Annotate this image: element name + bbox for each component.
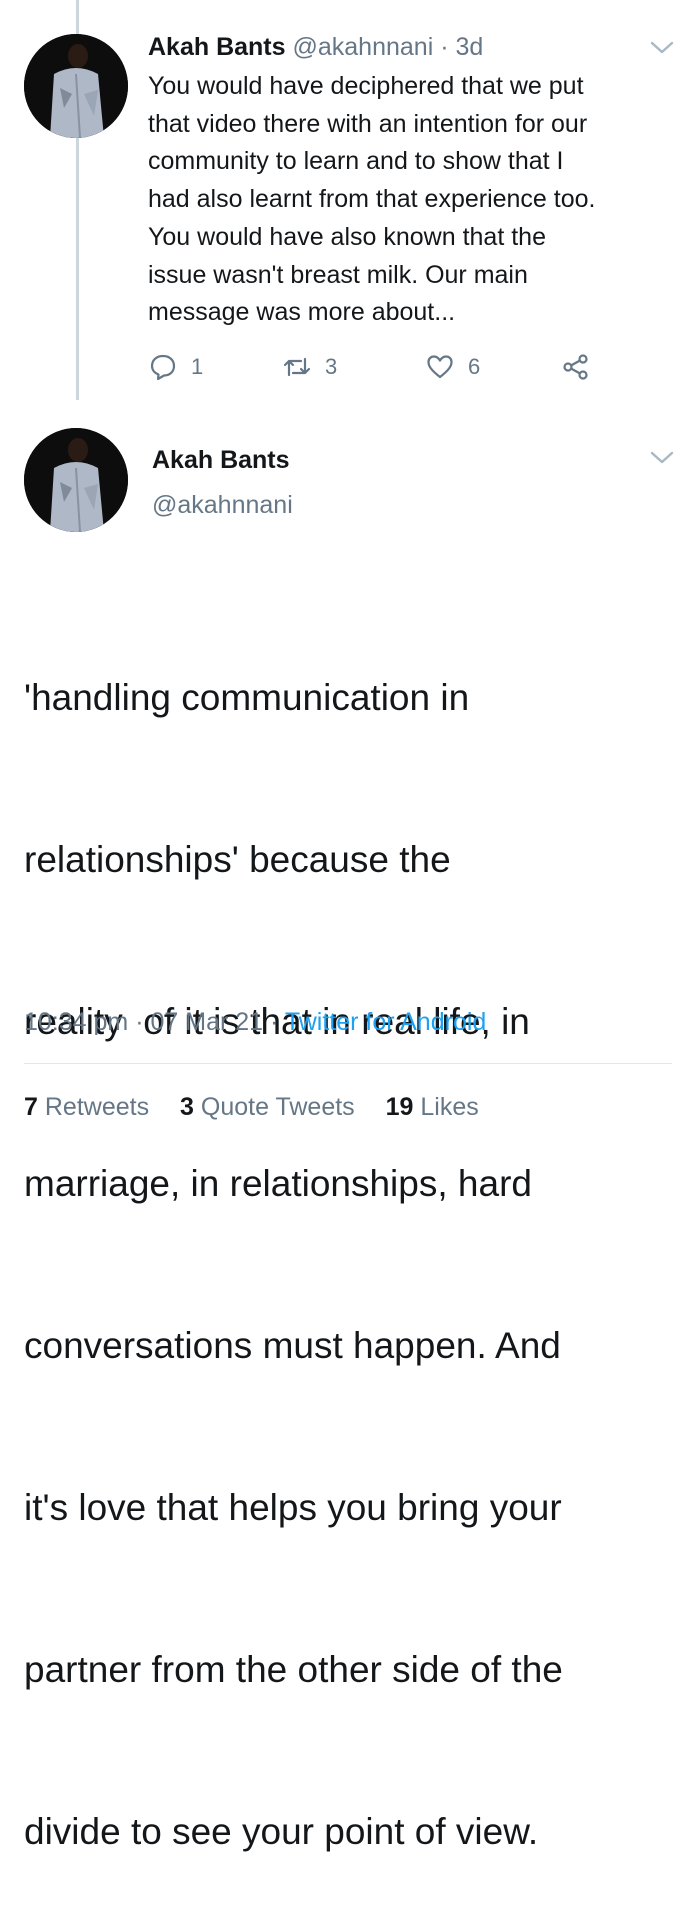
text-line: 'handling communication in bbox=[24, 677, 470, 718]
text-line: marriage, in relationships, hard bbox=[24, 1163, 532, 1204]
text-line: You would have deciphered that we put bbox=[148, 72, 584, 100]
chevron-down-icon[interactable] bbox=[648, 448, 676, 468]
quote-tweets-label: Quote Tweets bbox=[200, 1093, 355, 1121]
text-line: message was more about... bbox=[148, 298, 456, 327]
author-handle[interactable]: @akahnnani bbox=[152, 489, 293, 521]
author-handle[interactable]: @akahnnani bbox=[293, 33, 434, 61]
retweets-count: 7 bbox=[24, 1093, 38, 1121]
text-line: You would have also known that the bbox=[148, 222, 546, 251]
retweet-icon bbox=[283, 357, 311, 377]
like-button[interactable]: 6 bbox=[426, 350, 480, 384]
engagement-stats: 7 Retweets 3 Quote Tweets 19 Likes bbox=[24, 1090, 503, 1124]
tweet-time: 10:34 pm bbox=[24, 1008, 129, 1036]
like-icon bbox=[427, 355, 453, 379]
retweet-button[interactable]: 3 bbox=[283, 350, 337, 384]
text-line: conversations must happen. And bbox=[24, 1325, 561, 1366]
text-line: relationships' because the bbox=[24, 839, 451, 880]
likes-label: Likes bbox=[420, 1093, 479, 1121]
retweets-stat[interactable]: 7 Retweets bbox=[24, 1093, 149, 1121]
quote-tweets-count: 3 bbox=[180, 1093, 194, 1121]
chevron-down-icon[interactable] bbox=[648, 38, 676, 58]
quote-tweets-stat[interactable]: 3 Quote Tweets bbox=[180, 1093, 355, 1121]
avatar[interactable] bbox=[24, 34, 128, 138]
meta-separator: · bbox=[270, 1008, 279, 1036]
reply-button[interactable]: 1 bbox=[149, 350, 203, 384]
tweet-meta: 10:34 pm · 07 Mar 21 · Twitter for Andro… bbox=[24, 1005, 486, 1039]
text-line: community to learn and to show that I bbox=[148, 147, 564, 176]
text-line: issue wasn't breast milk. Our main bbox=[148, 260, 528, 289]
likes-count: 19 bbox=[385, 1093, 414, 1121]
like-count: 6 bbox=[468, 354, 481, 379]
reply-tweet-text: You would have deciphered that we put th… bbox=[148, 68, 678, 332]
reply-icon bbox=[150, 354, 176, 381]
avatar-photo bbox=[24, 34, 128, 138]
tweet-age[interactable]: 3d bbox=[456, 33, 484, 61]
meta-separator: · bbox=[135, 1008, 144, 1036]
likes-stat[interactable]: 19 Likes bbox=[386, 1093, 479, 1121]
text-line: that video there with an intention for o… bbox=[148, 109, 588, 138]
text-line: had also learnt from that experience too… bbox=[148, 185, 596, 214]
text-line: partner from the other side of the bbox=[24, 1649, 563, 1690]
avatar[interactable] bbox=[24, 428, 128, 532]
tweet-date: 07 Mar 21 bbox=[150, 1008, 264, 1036]
text-line: it's love that helps you bring your bbox=[24, 1487, 562, 1528]
retweet-count: 3 bbox=[325, 354, 338, 379]
author-name[interactable]: Akah Bants bbox=[148, 33, 286, 61]
meta-separator: · bbox=[440, 33, 449, 61]
reply-count: 1 bbox=[191, 354, 204, 379]
text-line: divide to see your point of view. bbox=[24, 1811, 539, 1852]
tweet-source-link[interactable]: Twitter for Android bbox=[285, 1008, 486, 1036]
retweets-label: Retweets bbox=[44, 1093, 150, 1121]
divider bbox=[24, 1063, 672, 1064]
share-icon bbox=[563, 354, 588, 380]
reply-tweet-header: Akah Bants @akahnnani · 3d bbox=[148, 31, 483, 63]
avatar-photo bbox=[24, 428, 128, 532]
main-tweet-text: 'handling communication in relationships… bbox=[24, 563, 684, 1913]
share-button[interactable] bbox=[562, 350, 604, 384]
author-name[interactable]: Akah Bants bbox=[152, 444, 290, 476]
